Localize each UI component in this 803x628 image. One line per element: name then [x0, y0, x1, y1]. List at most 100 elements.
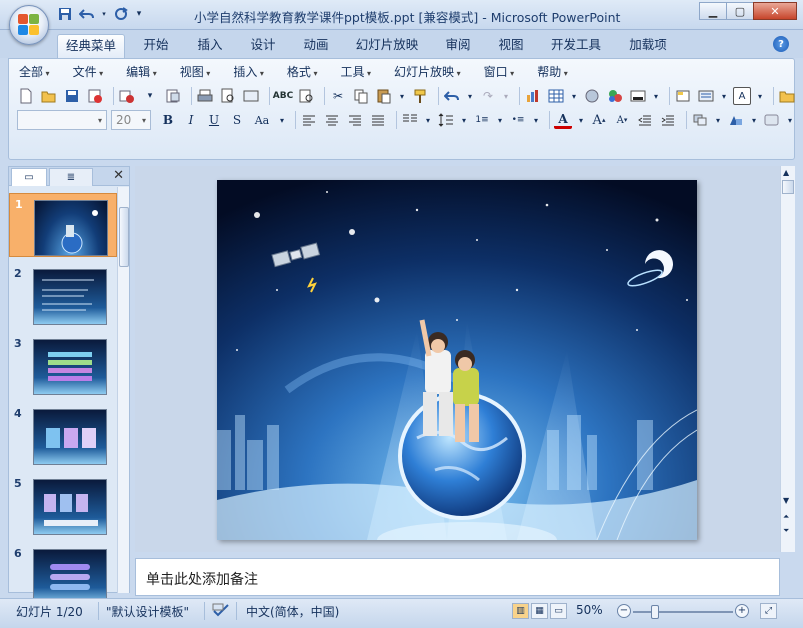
normal-view-icon[interactable]: ▥	[512, 603, 529, 619]
zoom-slider[interactable]	[633, 605, 733, 619]
notes-pane[interactable]: 单击此处添加备注	[135, 558, 780, 596]
underline-icon[interactable]: U	[205, 111, 223, 129]
next-slide-icon[interactable]: ⏷	[783, 526, 789, 536]
decrease-font-icon[interactable]: A ▾	[613, 111, 631, 129]
scroll-up-icon[interactable]: ▲	[783, 168, 789, 177]
tab-review[interactable]: 审阅	[438, 34, 478, 58]
text-box-icon[interactable]: A	[733, 87, 751, 105]
paste-dropdown-icon[interactable]: ▾	[398, 87, 406, 105]
save-icon[interactable]	[63, 87, 81, 105]
tab-slideshow[interactable]: 幻灯片放映	[350, 34, 424, 58]
increase-font-icon[interactable]: A ▴	[590, 111, 608, 129]
publish-icon[interactable]: ▾	[141, 87, 159, 105]
format-painter-icon[interactable]	[411, 87, 429, 105]
slide-thumbnail-2[interactable]: 2	[9, 263, 117, 327]
menu-insert[interactable]: 插入	[233, 63, 264, 83]
customize-quick-access-icon[interactable]: ▾	[134, 6, 144, 22]
slide-show-icon[interactable]: ▭	[550, 603, 567, 619]
slide-layout-dropdown-icon[interactable]: ▾	[720, 87, 728, 105]
tab-developer[interactable]: 开发工具	[545, 34, 607, 58]
tab-animations[interactable]: 动画	[296, 34, 336, 58]
italic-icon[interactable]: I	[182, 111, 200, 129]
columns-icon[interactable]	[401, 111, 419, 129]
bullets-icon[interactable]: •≡	[509, 111, 527, 129]
increase-indent-icon[interactable]	[659, 111, 677, 129]
permission-icon[interactable]	[86, 87, 104, 105]
outline-tab[interactable]: ≣	[49, 168, 93, 186]
normal-view-icon[interactable]	[242, 87, 260, 105]
close-button[interactable]: ✕	[753, 2, 797, 20]
paste-icon[interactable]	[375, 87, 393, 105]
tab-addins[interactable]: 加载项	[623, 34, 673, 58]
columns-dropdown-icon[interactable]: ▾	[424, 111, 432, 129]
scrollbar-thumb[interactable]	[782, 180, 794, 194]
help-icon[interactable]: ?	[773, 36, 789, 52]
change-case-icon[interactable]: Aa	[251, 111, 273, 129]
shape-fill-icon[interactable]	[799, 111, 803, 129]
language-indicator[interactable]: 中文(简体，中国)	[246, 603, 339, 620]
align-center-icon[interactable]	[323, 111, 341, 129]
arrange-icon[interactable]	[691, 111, 709, 129]
minimize-button[interactable]: ▁	[699, 2, 727, 20]
scrollbar-thumb[interactable]	[119, 207, 129, 267]
decrease-indent-icon[interactable]	[636, 111, 654, 129]
line-spacing-icon[interactable]	[437, 111, 455, 129]
font-name-combo[interactable]: ▾	[17, 110, 107, 130]
tab-view[interactable]: 视图	[491, 34, 531, 58]
menu-format[interactable]: 格式	[287, 63, 318, 83]
quick-styles-icon[interactable]	[763, 111, 781, 129]
slides-tab[interactable]: ▭	[11, 168, 47, 186]
folder-icon[interactable]	[778, 87, 796, 105]
close-pane-icon[interactable]: ✕	[113, 168, 124, 183]
strikethrough-icon[interactable]: S	[228, 111, 246, 129]
text-box-dropdown-icon[interactable]: ▾	[756, 87, 764, 105]
arrange-dropdown-icon[interactable]: ▾	[714, 111, 722, 129]
color-scheme-icon[interactable]	[629, 87, 647, 105]
justify-icon[interactable]	[369, 111, 387, 129]
tab-design[interactable]: 设计	[243, 34, 283, 58]
slide-thumbnail-3[interactable]: 3	[9, 333, 117, 397]
redo-icon[interactable]: ↷	[479, 87, 497, 105]
undo-dropdown-icon[interactable]: ▾	[100, 6, 108, 22]
numbering-dropdown-icon[interactable]: ▾	[496, 111, 504, 129]
bullets-dropdown-icon[interactable]: ▾	[532, 111, 540, 129]
redo-icon[interactable]	[112, 6, 130, 22]
font-color-icon[interactable]: A	[554, 111, 572, 129]
insert-picture-icon[interactable]	[606, 87, 624, 105]
font-size-combo[interactable]: 20 ▾	[111, 110, 151, 130]
font-color-dropdown-icon[interactable]: ▾	[577, 111, 585, 129]
slides-pane-scrollbar[interactable]	[117, 187, 129, 593]
print-preview-icon[interactable]	[219, 87, 237, 105]
open-icon[interactable]	[40, 87, 58, 105]
menu-file[interactable]: 文件	[73, 63, 104, 83]
insert-table-dropdown-icon[interactable]: ▾	[570, 87, 578, 105]
menu-tools[interactable]: 工具	[340, 63, 371, 83]
scroll-down-icon[interactable]: ▼	[783, 496, 789, 505]
bold-icon[interactable]: B	[159, 111, 177, 129]
pdf-icon[interactable]	[164, 87, 182, 105]
tab-classic-menu[interactable]: 经典菜单	[57, 34, 125, 58]
clip-art-icon[interactable]	[583, 87, 601, 105]
quick-styles-dropdown-icon[interactable]: ▾	[786, 111, 794, 129]
current-slide[interactable]	[217, 180, 697, 540]
slide-thumbnail-4[interactable]: 4	[9, 403, 117, 467]
fit-to-window-icon[interactable]: ⤢	[760, 603, 777, 619]
save-icon[interactable]	[56, 6, 74, 22]
align-right-icon[interactable]	[346, 111, 364, 129]
change-case-dropdown-icon[interactable]: ▾	[278, 111, 286, 129]
slide-thumbnail-5[interactable]: 5	[9, 473, 117, 537]
email-icon[interactable]	[118, 87, 136, 105]
tab-insert[interactable]: 插入	[190, 34, 230, 58]
menu-slideshow[interactable]: 幻灯片放映	[394, 63, 461, 83]
menu-view[interactable]: 视图	[180, 63, 211, 83]
research-icon[interactable]	[297, 87, 315, 105]
undo-icon[interactable]	[78, 6, 96, 22]
new-slide-icon[interactable]	[674, 87, 692, 105]
shapes-icon[interactable]	[727, 111, 745, 129]
insert-table-icon[interactable]	[547, 87, 565, 105]
copy-icon[interactable]	[352, 87, 370, 105]
align-left-icon[interactable]	[300, 111, 318, 129]
zoom-level[interactable]: 50%	[576, 603, 603, 617]
zoom-out-icon[interactable]: −	[617, 604, 631, 618]
spell-check-icon[interactable]	[212, 603, 230, 620]
